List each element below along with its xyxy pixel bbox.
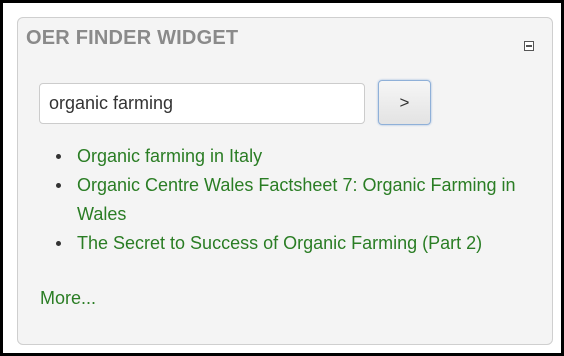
result-link[interactable]: Organic farming in Italy — [77, 146, 262, 166]
search-submit-button[interactable]: > — [378, 80, 431, 125]
more-link[interactable]: More... — [40, 284, 96, 313]
list-item: Organic Centre Wales Factsheet 7: Organi… — [56, 171, 547, 229]
widget-title: OER FINDER WIDGET — [26, 27, 239, 49]
search-input[interactable] — [39, 83, 365, 124]
results-list: Organic farming in Italy Organic Centre … — [56, 142, 547, 258]
result-link[interactable]: The Secret to Success of Organic Farming… — [77, 233, 482, 253]
screenshot-frame: OER FINDER WIDGET > Organic farming in I… — [0, 0, 564, 356]
list-item: The Secret to Success of Organic Farming… — [56, 229, 547, 258]
minus-square-icon[interactable] — [524, 41, 534, 51]
list-item: Organic farming in Italy — [56, 142, 547, 171]
result-link[interactable]: Organic Centre Wales Factsheet 7: Organi… — [77, 175, 516, 224]
